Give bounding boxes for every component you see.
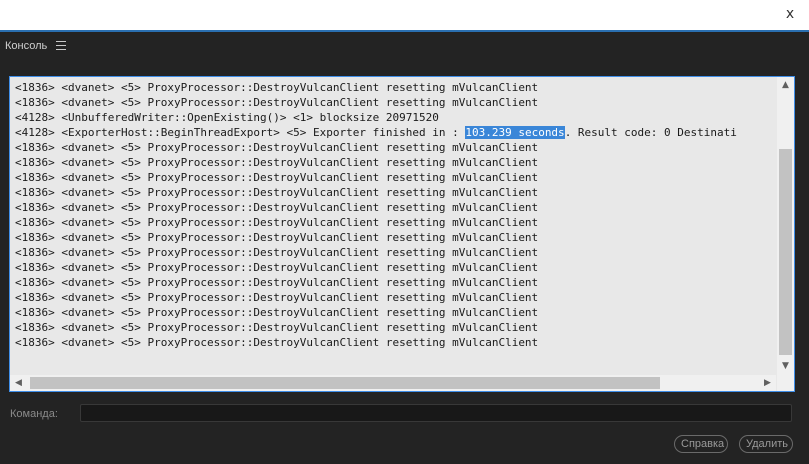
log-area[interactable]: <1836> <dvanet> <5> ProxyProcessor::Dest… <box>10 77 776 375</box>
vertical-scrollbar[interactable]: ▲ ▼ <box>777 77 794 375</box>
window-titlebar: x <box>0 0 809 32</box>
log-line: <4128> <UnbufferedWriter::OpenExisting()… <box>15 111 439 124</box>
scrollbar-corner <box>777 375 794 391</box>
log-line: <1836> <dvanet> <5> ProxyProcessor::Dest… <box>15 171 539 184</box>
panel-title: Консоль <box>5 40 48 52</box>
log-line: <1836> <dvanet> <5> ProxyProcessor::Dest… <box>15 201 539 214</box>
help-button[interactable]: Справка <box>674 435 728 453</box>
horizontal-scroll-thumb[interactable] <box>30 377 660 389</box>
log-line: <1836> <dvanet> <5> ProxyProcessor::Dest… <box>15 246 539 259</box>
close-icon[interactable]: x <box>781 5 799 23</box>
log-line-text: <4128> <ExporterHost::BeginThreadExport>… <box>15 126 466 139</box>
vertical-scroll-thumb[interactable] <box>779 149 792 355</box>
log-line: <1836> <dvanet> <5> ProxyProcessor::Dest… <box>15 96 539 109</box>
log-line: <1836> <dvanet> <5> ProxyProcessor::Dest… <box>15 321 539 334</box>
triangle-up-icon[interactable]: ▲ <box>777 77 794 94</box>
log-line: <4128> <ExporterHost::BeginThreadExport>… <box>15 125 737 140</box>
log-line: <1836> <dvanet> <5> ProxyProcessor::Dest… <box>15 156 539 169</box>
log-line: <1836> <dvanet> <5> ProxyProcessor::Dest… <box>15 81 539 94</box>
hamburger-menu-icon[interactable] <box>56 41 66 51</box>
log-line: <1836> <dvanet> <5> ProxyProcessor::Dest… <box>15 291 539 304</box>
command-label: Команда: <box>10 408 58 420</box>
delete-button[interactable]: Удалить <box>739 435 793 453</box>
panel-header: Консоль <box>0 32 809 62</box>
log-line: <1836> <dvanet> <5> ProxyProcessor::Dest… <box>15 216 539 229</box>
triangle-left-icon[interactable]: ◀ <box>10 375 27 391</box>
log-line: <1836> <dvanet> <5> ProxyProcessor::Dest… <box>15 231 539 244</box>
log-line: <1836> <dvanet> <5> ProxyProcessor::Dest… <box>15 276 539 289</box>
log-lines: <1836> <dvanet> <5> ProxyProcessor::Dest… <box>15 80 737 350</box>
log-line: <1836> <dvanet> <5> ProxyProcessor::Dest… <box>15 186 539 199</box>
command-input[interactable] <box>80 404 792 422</box>
log-line: <1836> <dvanet> <5> ProxyProcessor::Dest… <box>15 141 539 154</box>
triangle-right-icon[interactable]: ▶ <box>759 375 776 391</box>
selected-text: 103.239 seconds <box>465 126 565 139</box>
console-output[interactable]: <1836> <dvanet> <5> ProxyProcessor::Dest… <box>9 76 795 392</box>
horizontal-scrollbar[interactable]: ◀ ▶ <box>10 375 776 391</box>
log-line: <1836> <dvanet> <5> ProxyProcessor::Dest… <box>15 306 539 319</box>
log-line: <1836> <dvanet> <5> ProxyProcessor::Dest… <box>15 261 539 274</box>
log-line: <1836> <dvanet> <5> ProxyProcessor::Dest… <box>15 336 539 349</box>
triangle-down-icon[interactable]: ▼ <box>777 358 794 375</box>
log-line-text: . Result code: 0 Destinati <box>564 126 737 139</box>
